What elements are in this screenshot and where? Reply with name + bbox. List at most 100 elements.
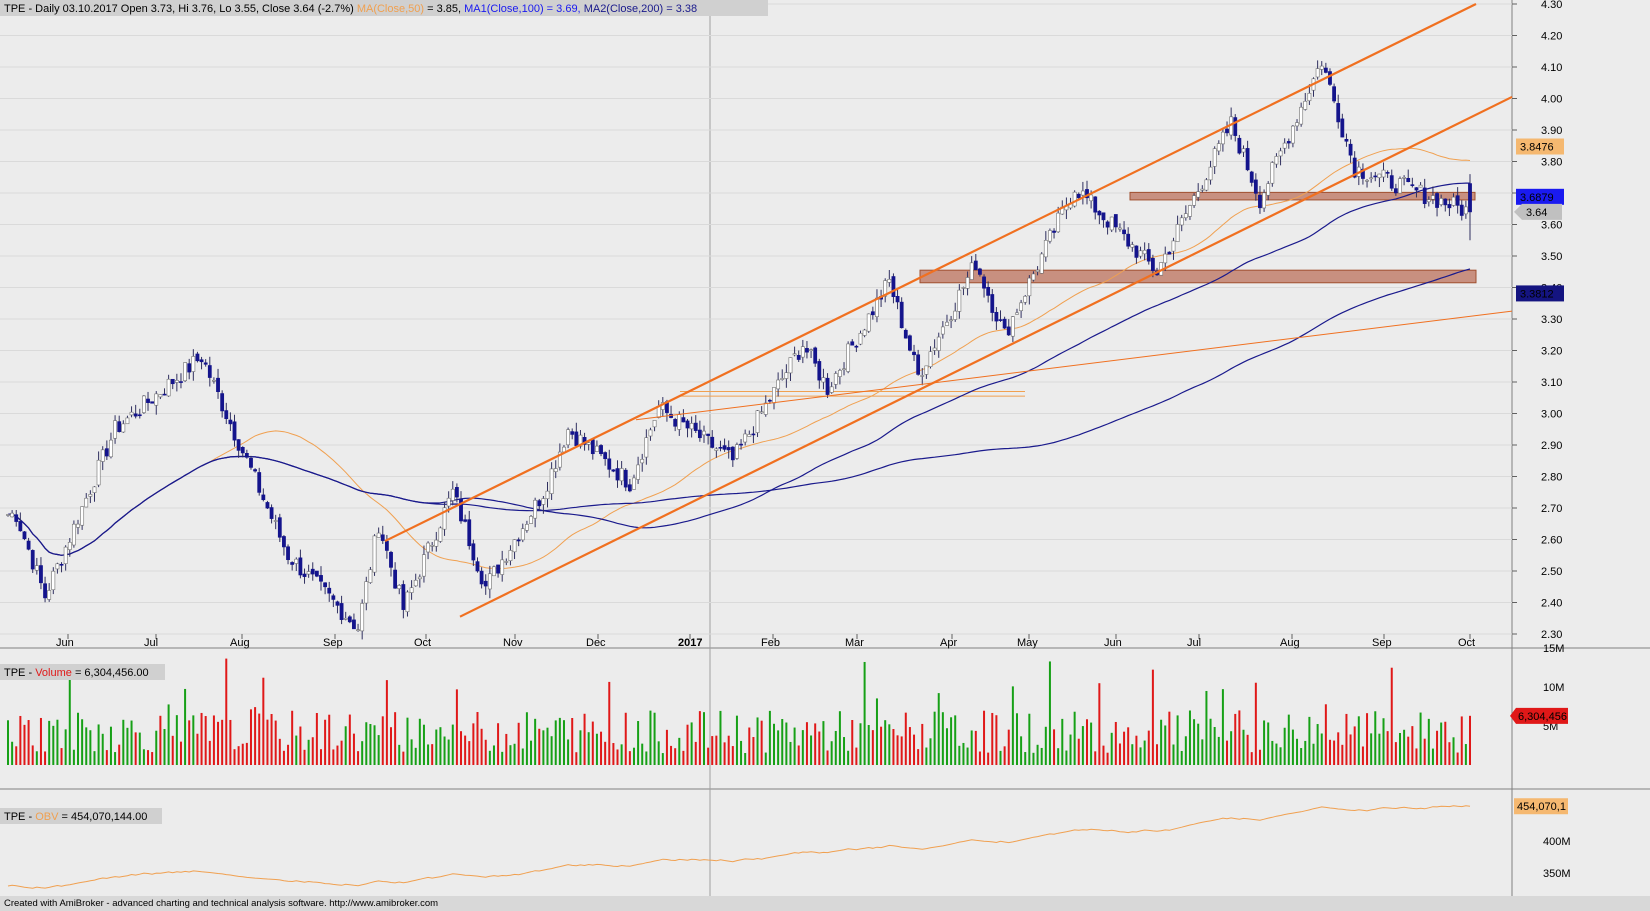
- candle-body: [1262, 192, 1266, 209]
- candle-body: [1307, 92, 1312, 102]
- volume-bar: [200, 712, 203, 765]
- volume-bar: [1123, 731, 1126, 765]
- volume-bar: [620, 744, 623, 765]
- candle-body: [1468, 183, 1472, 213]
- volume-bar: [1188, 710, 1191, 765]
- volume-bar: [744, 752, 747, 765]
- volume-bar: [1077, 738, 1080, 765]
- volume-bar: [1221, 689, 1224, 765]
- volume-bar: [1217, 736, 1220, 765]
- volume-bar: [126, 727, 129, 765]
- volume-bar: [880, 726, 883, 765]
- candle-body: [957, 289, 962, 312]
- candle-body: [335, 601, 340, 606]
- volume-bar: [941, 712, 944, 765]
- candle-body: [858, 332, 863, 345]
- candle-body: [574, 431, 579, 446]
- volume-bar: [1180, 750, 1183, 765]
- volume-bar: [278, 738, 281, 765]
- volume-bar: [1312, 743, 1315, 765]
- candle-body: [800, 346, 805, 358]
- volume-bar: [962, 742, 965, 765]
- volume-bar: [1444, 721, 1447, 765]
- candle-body: [162, 393, 167, 396]
- candle-body: [533, 499, 538, 519]
- volume-bar: [1143, 740, 1146, 765]
- volume-bar: [665, 729, 668, 765]
- candle-body: [1336, 103, 1341, 123]
- candle-body: [1122, 229, 1126, 235]
- volume-bar: [1069, 734, 1072, 765]
- candle-body: [500, 559, 505, 575]
- volume-bar: [212, 715, 215, 765]
- candle-body: [298, 557, 303, 576]
- candle-body: [1435, 193, 1439, 208]
- volume-bar: [237, 746, 240, 765]
- candle-body: [1431, 195, 1435, 200]
- volume-bar: [27, 720, 30, 765]
- volume-bar: [1238, 710, 1241, 765]
- price-tick-label: 3.30: [1541, 314, 1562, 326]
- candle-body: [249, 457, 253, 468]
- candle-body: [1286, 141, 1291, 144]
- volume-bar: [1036, 744, 1039, 765]
- price-tick-label: 4.10: [1541, 62, 1562, 74]
- volume-bar: [175, 715, 178, 765]
- candle-body: [512, 539, 517, 553]
- candle-body: [1299, 106, 1304, 125]
- candle-body: [520, 528, 525, 541]
- candle-body: [586, 442, 591, 445]
- volume-bar: [1419, 712, 1422, 765]
- volume-bar: [1333, 740, 1336, 765]
- candle-body: [788, 357, 793, 374]
- candle-body: [479, 570, 484, 585]
- candle-body: [640, 458, 645, 464]
- candle-body: [117, 421, 122, 432]
- volume-bar: [23, 724, 26, 765]
- volume-bar: [1415, 748, 1418, 765]
- candle-body: [1274, 156, 1279, 165]
- candle-body: [903, 329, 908, 339]
- volume-bar: [315, 713, 318, 765]
- candle-body: [1385, 172, 1390, 174]
- volume-bar: [1271, 740, 1274, 765]
- candle-body: [1019, 302, 1024, 312]
- candle-body: [100, 449, 105, 462]
- candle-body: [1369, 177, 1374, 180]
- candle-body: [34, 565, 39, 571]
- volume-bar: [1048, 661, 1051, 765]
- candle-body: [805, 348, 809, 353]
- volume-bar: [221, 719, 224, 765]
- candle-body: [187, 363, 192, 373]
- volume-bar: [1213, 727, 1216, 765]
- candle-body: [854, 345, 859, 348]
- volume-bar: [591, 721, 594, 765]
- candle-body: [1377, 173, 1382, 178]
- volume-bar: [908, 727, 911, 765]
- volume-bar: [1209, 718, 1212, 765]
- volume-bar: [97, 724, 100, 765]
- candle-body: [1101, 212, 1106, 221]
- candle-body: [174, 380, 179, 383]
- volume-bar: [814, 723, 817, 765]
- volume-bar: [554, 720, 557, 765]
- chart-canvas[interactable]: 4.304.204.104.003.903.803.703.603.503.40…: [0, 0, 1650, 896]
- volume-bar: [31, 745, 34, 765]
- volume-bar: [365, 722, 368, 765]
- volume-bar: [1283, 727, 1286, 765]
- candle-body: [1109, 216, 1114, 231]
- volume-bar: [917, 749, 920, 765]
- obv-pane[interactable]: [0, 790, 1512, 896]
- candle-body: [1332, 86, 1336, 102]
- candle-body: [183, 362, 187, 382]
- volume-bar: [534, 718, 537, 765]
- volume-bar: [262, 677, 265, 765]
- volume-bar: [1151, 669, 1154, 765]
- volume-bar: [925, 747, 928, 765]
- candle-body: [1188, 205, 1192, 217]
- candle-body: [726, 447, 731, 451]
- candle-body: [998, 319, 1003, 321]
- candle-body: [1200, 188, 1205, 191]
- candle-body: [146, 398, 150, 403]
- candle-body: [796, 355, 801, 360]
